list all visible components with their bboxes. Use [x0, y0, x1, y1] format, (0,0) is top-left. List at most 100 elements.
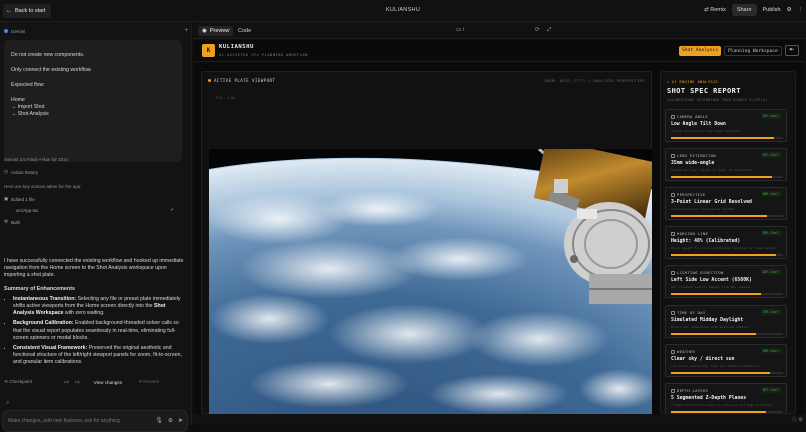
edited-files-toggle[interactable]: ▣ Edited 1 file [4, 196, 35, 202]
exit-icon[interactable]: ⇤ [785, 45, 799, 56]
confidence-track [671, 254, 783, 256]
spec-card[interactable]: WEATHER 90% Conf. Clear sky / direct sun Lo… [665, 344, 787, 377]
message-line: → Shot Analysis [11, 111, 49, 117]
add-context-icon[interactable]: ⊕ [168, 417, 173, 424]
spec-card-label: WEATHER [677, 349, 696, 354]
view-changes-button[interactable]: View changes [94, 380, 123, 385]
eye-icon: ◉ [202, 28, 207, 34]
spec-card-description: Pixel height to solve coordinates relati… [671, 246, 776, 250]
checkpoint-button[interactable]: ⟲ Checkpoint [4, 379, 32, 385]
fullscreen-icon[interactable]: ⤢ [547, 27, 551, 34]
bullet-text: with zero waiting. [63, 310, 105, 317]
confidence-fill [671, 333, 757, 335]
info-icon[interactable]: ⓘ [792, 417, 797, 423]
spec-card-icon [671, 388, 675, 393]
message-line: Expected flow: [11, 82, 45, 88]
model-tag: Gemini [11, 28, 26, 34]
spec-card-label: CAMERA ANGLE [677, 114, 709, 119]
add-icon[interactable]: + [184, 28, 188, 34]
app-preview: K KULIANSHU AI-ASSISTED VFX PLANNING WOR… [194, 40, 805, 414]
spec-card-description: Vanishing point convergence located [671, 207, 735, 211]
sparkle-icon: ✦ [667, 79, 670, 84]
confidence-badge: 94% Conf. [760, 113, 782, 119]
spec-card-icon [671, 310, 675, 315]
edited-file-item[interactable]: src/App.tsx ✔ [16, 207, 174, 213]
brand-name: KULIANSHU [219, 44, 254, 50]
thumbs-down-icon[interactable]: 👎︎ [75, 379, 80, 385]
spec-card-value: Low Angle Tilt Down [671, 122, 726, 127]
confidence-badge: 95% Conf. [760, 230, 782, 236]
attach-icon[interactable]: ⌕ [6, 400, 9, 407]
message-line: Home [11, 97, 25, 103]
spec-card-description: Z-depth extraction based on occlusion an… [671, 403, 773, 407]
mode-shot-analysis[interactable]: Shot Analysis [679, 46, 721, 56]
spec-card-label: DEPTH LAYERS [677, 388, 709, 393]
settings-small-icon[interactable]: ⚙ [799, 417, 803, 423]
report-tag: ✦ AI ENGINE ANALYSIS [667, 79, 718, 84]
spec-card-label: TIME OF DAY [677, 310, 706, 315]
message-line: Only connect the existing workflow. [11, 67, 92, 73]
confidence-fill [671, 372, 770, 374]
share-button[interactable]: Share [731, 4, 757, 16]
device-icon: ▭ [456, 27, 462, 33]
spec-card-description: Slight low-horizon tilt angle detected [671, 129, 740, 133]
spec-card[interactable]: LIGHTING DIRECTION 82% Conf. Left Side Low… [665, 265, 787, 298]
spec-card-icon [671, 231, 675, 236]
viewport-title: ACTIVE PLATE VIEWPORT [214, 78, 276, 83]
spec-card-value: 35mm wide-angle [671, 161, 715, 166]
check-icon: ✔ [170, 207, 174, 212]
mic-icon[interactable]: 🎙︎ [155, 417, 163, 424]
chat-panel: Gemini + Do not create new components. O… [0, 22, 192, 432]
reload-icon[interactable]: ⟳ [535, 27, 540, 33]
restore-button[interactable]: ⟲ Restore [138, 379, 159, 385]
spec-card-label-row: CAMERA ANGLE [671, 114, 708, 119]
spec-card-icon [671, 349, 675, 354]
confidence-badge: 88% Conf. [760, 191, 782, 197]
spec-card-label-row: LIGHTING DIRECTION [671, 270, 724, 275]
remix-button[interactable]: ⇄ Remix [704, 7, 726, 13]
tab-preview-label: Preview [209, 28, 230, 34]
spec-card[interactable]: TIME OF DAY 78% Conf. Simulated Midday Day… [665, 305, 787, 338]
status-dot-icon [208, 79, 211, 82]
assistant-response: I have successfully connected the existi… [4, 258, 184, 370]
summary-heading: Summary of Enhancements [4, 285, 75, 292]
action-history-toggle[interactable]: ◷ Action history [4, 169, 38, 175]
send-icon[interactable]: ➤ [178, 417, 183, 424]
confidence-fill [671, 254, 777, 256]
spec-card-value: Simulated Midday Daylight [671, 318, 744, 323]
top-bar: ← Back to start KULIANSHU ⇄ Remix Share … [0, 0, 806, 22]
action-history-label: Action history [10, 169, 38, 175]
footer-bar: ⓘ ⚙ [193, 414, 806, 425]
report-tag-label: AI ENGINE ANALYSIS [671, 79, 719, 84]
spec-card-label: HORIZON LINE [677, 231, 709, 236]
confidence-badge: 91% Conf. [760, 152, 782, 158]
list-item: Instantaneous Transition: Selecting any … [13, 296, 184, 318]
publish-button[interactable]: Publish [763, 7, 781, 13]
preview-toolbar: ◉ Preview Code ▭ / ⟳ ⤢ [193, 22, 806, 39]
mode-planning-workspace[interactable]: Planning Workspace [724, 46, 782, 56]
settings-icon[interactable]: ⚙ [787, 7, 792, 13]
app-header: K KULIANSHU AI-ASSISTED VFX PLANNING WOR… [194, 40, 805, 62]
input-placeholder: Make changes, add new features, ask for … [8, 418, 120, 424]
viewport-meta: ZOOM: AUTO (FIT) | ANALYZED PERSPECTIVE [544, 78, 645, 83]
spec-card[interactable]: LENS ESTIMATION 91% Conf. 35mm wide-angle R… [665, 148, 787, 181]
more-icon[interactable]: ⋮ [798, 7, 804, 13]
device-toggle[interactable]: ▭ / [456, 27, 464, 33]
spec-card-label-row: TIME OF DAY [671, 310, 705, 315]
tab-preview[interactable]: ◉ Preview [198, 26, 234, 36]
plate-image[interactable] [209, 149, 652, 414]
confidence-track [671, 372, 783, 374]
message-line: Do not create new components. [11, 52, 85, 58]
chat-input[interactable]: Make changes, add new features, ask for … [2, 410, 188, 432]
spec-card[interactable]: DEPTH LAYERS 87% Conf. 5 Segmented Z-Depth… [665, 383, 787, 413]
shot-spec-report: ✦ AI ENGINE ANALYSIS SHOT SPEC REPORT CA… [660, 71, 796, 414]
tab-code[interactable]: Code [234, 26, 255, 36]
spec-card[interactable]: CAMERA ANGLE 94% Conf. Low Angle Tilt Down… [665, 109, 787, 142]
confidence-track [671, 411, 783, 413]
spec-card[interactable]: PERSPECTIVE 88% Conf. 3-Point Linear Grid … [665, 187, 787, 220]
thumbs-up-icon[interactable]: 👍︎ [64, 379, 69, 385]
spec-card-value: Clear sky / direct sun [671, 357, 735, 362]
list-item: Consistent Visual Framework: Preserved t… [13, 345, 184, 367]
spec-card[interactable]: HORIZON LINE 95% Conf. Height: 48% (Calibr… [665, 226, 787, 259]
spec-card-description: All incident vectors mapped from key sha… [671, 285, 751, 289]
